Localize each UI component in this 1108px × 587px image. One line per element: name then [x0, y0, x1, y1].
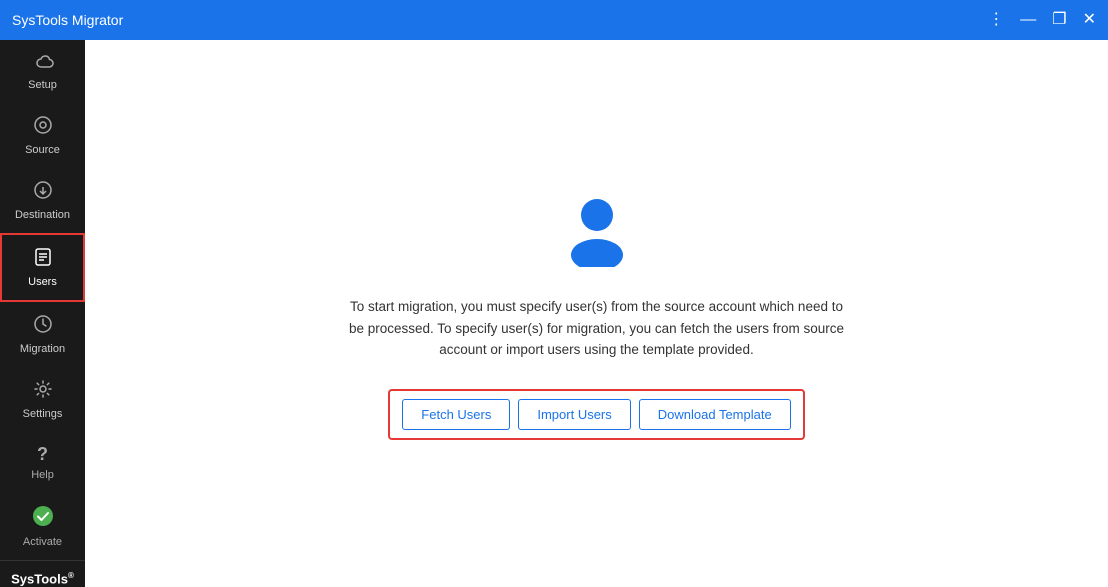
download-template-button[interactable]: Download Template: [639, 399, 791, 430]
content-area: To start migration, you must specify use…: [85, 40, 1108, 587]
app-title: SysTools Migrator: [12, 12, 123, 28]
settings-icon: [33, 379, 53, 404]
sidebar-item-users-label: Users: [28, 276, 57, 288]
sidebar-item-settings[interactable]: Settings: [0, 367, 85, 432]
source-icon: [33, 115, 53, 140]
sidebar-item-users[interactable]: Users: [0, 233, 85, 302]
sidebar: Setup Source Destination: [0, 40, 85, 587]
sidebar-item-source[interactable]: Source: [0, 103, 85, 168]
titlebar-controls: ⋮ — ❐ ✕: [988, 12, 1096, 28]
sidebar-item-activate-label: Activate: [23, 536, 62, 548]
minimize-icon[interactable]: —: [1020, 12, 1036, 28]
user-avatar-icon: [557, 187, 637, 272]
menu-icon[interactable]: ⋮: [988, 12, 1004, 28]
content-description: To start migration, you must specify use…: [347, 296, 847, 361]
import-users-button[interactable]: Import Users: [518, 399, 630, 430]
titlebar-left: SysTools Migrator: [12, 12, 123, 28]
logo-name: SysTools®: [8, 571, 77, 586]
maximize-icon[interactable]: ❐: [1052, 12, 1066, 28]
users-icon: [33, 247, 53, 272]
sidebar-item-migration-label: Migration: [20, 343, 65, 355]
sidebar-item-migration[interactable]: Migration: [0, 302, 85, 367]
sidebar-item-settings-label: Settings: [23, 408, 63, 420]
sidebar-item-help-label: Help: [31, 469, 54, 481]
sidebar-bottom: ? Help Activate SysTools® Simplifying: [0, 432, 85, 587]
sidebar-item-destination-label: Destination: [15, 209, 70, 221]
help-icon: ?: [37, 444, 48, 465]
activate-icon: [32, 505, 54, 532]
sidebar-item-help[interactable]: ? Help: [0, 432, 85, 493]
titlebar: SysTools Migrator ⋮ — ❐ ✕: [0, 0, 1108, 40]
systools-logo: SysTools® Simplifying Technology: [0, 560, 85, 587]
destination-icon: [33, 180, 53, 205]
sidebar-item-setup-label: Setup: [28, 79, 57, 91]
close-icon[interactable]: ✕: [1083, 12, 1096, 28]
action-buttons-wrapper: Fetch Users Import Users Download Templa…: [388, 389, 804, 440]
sidebar-item-activate[interactable]: Activate: [0, 493, 85, 560]
fetch-users-button[interactable]: Fetch Users: [402, 399, 510, 430]
sidebar-item-source-label: Source: [25, 144, 60, 156]
cloud-icon: [32, 52, 54, 75]
sidebar-item-setup[interactable]: Setup: [0, 40, 85, 103]
sidebar-item-destination[interactable]: Destination: [0, 168, 85, 233]
app-body: Setup Source Destination: [0, 40, 1108, 587]
migration-icon: [33, 314, 53, 339]
content-inner: To start migration, you must specify use…: [347, 187, 847, 440]
